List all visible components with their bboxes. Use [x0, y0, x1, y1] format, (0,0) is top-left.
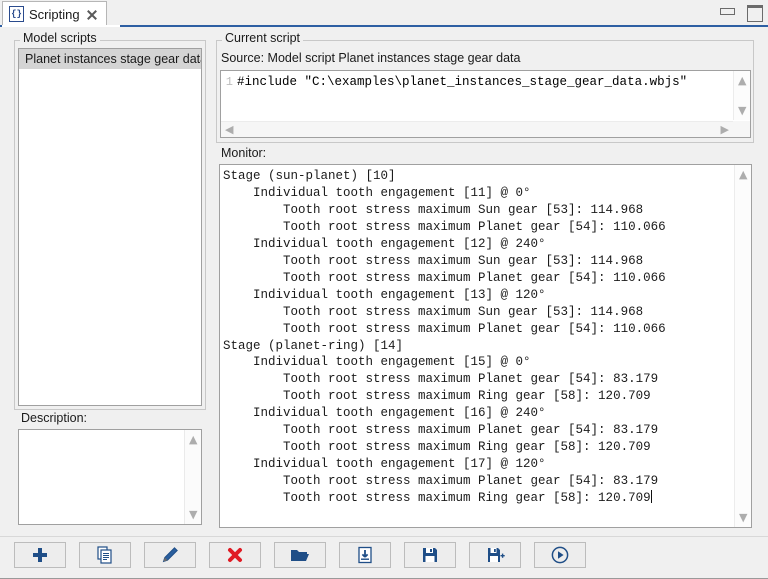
monitor-vertical-scrollbar[interactable]: ▲ ▼	[734, 165, 751, 527]
editor-vertical-scrollbar[interactable]: ▲ ▼	[733, 71, 750, 120]
monitor-text: Stage (sun-planet) [10] Individual tooth…	[223, 168, 732, 526]
script-editor[interactable]: 1 #include "C:\examples\planet_instances…	[220, 70, 751, 138]
line-number: 1	[221, 74, 237, 90]
import-file-icon	[356, 546, 374, 564]
import-script-button[interactable]	[339, 542, 391, 568]
chevron-down-icon[interactable]: ▼	[738, 105, 746, 116]
run-script-button[interactable]	[534, 542, 586, 568]
script-code-area[interactable]: 1 #include "C:\examples\planet_instances…	[221, 71, 732, 120]
description-textarea[interactable]: ▲ ▼	[18, 429, 202, 525]
description-scrollbar[interactable]: ▲ ▼	[184, 430, 201, 524]
pencil-icon	[161, 546, 179, 564]
window-controls	[718, 4, 762, 21]
current-script-title: Current script	[222, 31, 303, 45]
save-as-script-button[interactable]	[469, 542, 521, 568]
minimize-icon[interactable]	[718, 4, 735, 21]
tab-scripting-label: Scripting	[29, 7, 80, 22]
chevron-up-icon[interactable]: ▲	[739, 169, 747, 180]
editor-horizontal-scrollbar[interactable]: ◀ ▶	[221, 121, 733, 137]
plus-icon	[31, 546, 49, 564]
tab-bar: {} Scripting	[0, 0, 768, 26]
copy-icon	[96, 546, 114, 564]
play-circle-icon	[550, 545, 570, 565]
model-scripts-title: Model scripts	[20, 31, 100, 45]
script-document-icon: {}	[9, 6, 24, 22]
edit-script-button[interactable]	[144, 542, 196, 568]
maximize-icon[interactable]	[745, 4, 762, 21]
description-label: Description:	[18, 411, 90, 425]
copy-script-button[interactable]	[79, 542, 131, 568]
chevron-right-icon[interactable]: ▶	[721, 124, 729, 135]
chevron-up-icon[interactable]: ▲	[738, 75, 746, 86]
chevron-left-icon[interactable]: ◀	[225, 124, 233, 135]
close-icon[interactable]	[85, 8, 98, 21]
model-scripts-list[interactable]: Planet instances stage gear data	[18, 48, 202, 406]
add-script-button[interactable]	[14, 542, 66, 568]
monitor-label: Monitor:	[218, 146, 269, 160]
code-line: 1 #include "C:\examples\planet_instances…	[221, 74, 732, 90]
text-caret	[651, 490, 652, 503]
folder-open-icon	[290, 546, 310, 564]
save-icon	[421, 546, 439, 564]
tab-accent-gap	[2, 25, 120, 27]
save-script-button[interactable]	[404, 542, 456, 568]
scrollbar-corner	[733, 121, 750, 137]
chevron-up-icon[interactable]: ▲	[189, 434, 197, 445]
code-text: #include "C:\examples\planet_instances_s…	[237, 74, 687, 90]
delete-x-icon	[226, 546, 244, 564]
source-label: Source: Model script Planet instances st…	[221, 51, 520, 65]
chevron-down-icon[interactable]: ▼	[739, 512, 747, 523]
tab-scripting[interactable]: {} Scripting	[2, 1, 107, 26]
list-item[interactable]: Planet instances stage gear data	[19, 49, 201, 69]
chevron-down-icon[interactable]: ▼	[189, 509, 197, 520]
save-as-icon	[486, 546, 505, 564]
delete-script-button[interactable]	[209, 542, 261, 568]
monitor-output[interactable]: Stage (sun-planet) [10] Individual tooth…	[219, 164, 752, 528]
open-script-button[interactable]	[274, 542, 326, 568]
